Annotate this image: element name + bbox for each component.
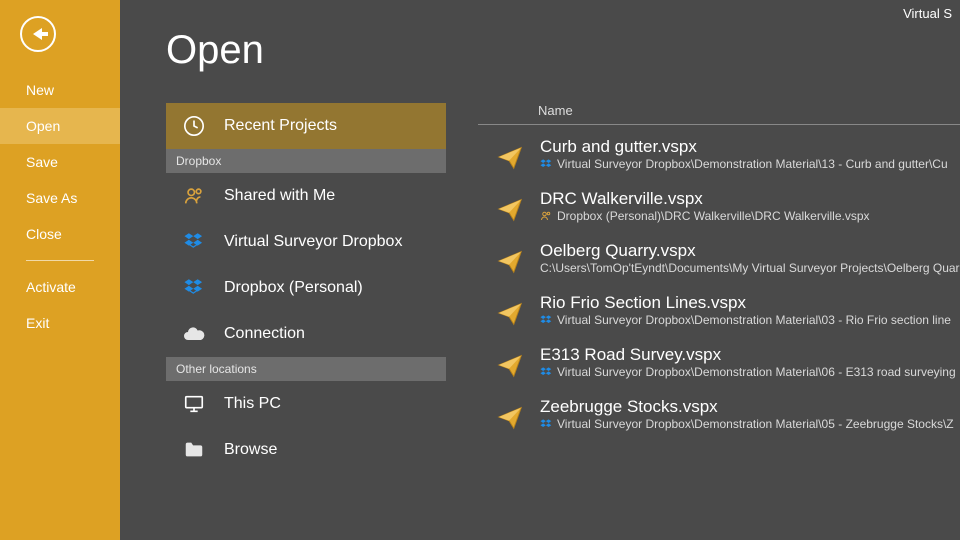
- file-text: E313 Road Survey.vspx Virtual Surveyor D…: [540, 345, 956, 379]
- page-title: Open: [166, 28, 960, 73]
- file-name: Curb and gutter.vspx: [540, 137, 948, 157]
- project-icon: [492, 139, 528, 175]
- place-label: Connection: [224, 325, 305, 343]
- file-path: Dropbox (Personal)\DRC Walkerville\DRC W…: [540, 209, 870, 223]
- file-name: E313 Road Survey.vspx: [540, 345, 956, 365]
- sidebar-item-open[interactable]: Open: [0, 108, 120, 144]
- dropbox-icon: [540, 314, 552, 326]
- places-list: Recent Projects Dropbox Shared with Me V…: [166, 103, 446, 540]
- file-name: Rio Frio Section Lines.vspx: [540, 293, 951, 313]
- place-label: Shared with Me: [224, 187, 335, 205]
- place-browse[interactable]: Browse: [166, 427, 446, 473]
- folder-icon: [180, 436, 208, 464]
- project-icon: [492, 347, 528, 383]
- place-label: Dropbox (Personal): [224, 279, 363, 297]
- place-this-pc[interactable]: This PC: [166, 381, 446, 427]
- place-recent-projects[interactable]: Recent Projects: [166, 103, 446, 149]
- sidebar-item-close[interactable]: Close: [0, 216, 120, 252]
- sidebar-item-new[interactable]: New: [0, 72, 120, 108]
- project-icon: [492, 399, 528, 435]
- sidebar-divider: [26, 260, 94, 261]
- file-name: Oelberg Quarry.vspx: [540, 241, 960, 261]
- file-path: Virtual Surveyor Dropbox\Demonstration M…: [540, 313, 951, 327]
- place-label: This PC: [224, 395, 281, 413]
- file-row[interactable]: Zeebrugge Stocks.vspx Virtual Surveyor D…: [478, 393, 960, 445]
- file-name: Zeebrugge Stocks.vspx: [540, 397, 954, 417]
- project-icon: [492, 243, 528, 279]
- sidebar-item-save-as[interactable]: Save As: [0, 180, 120, 216]
- place-label: Virtual Surveyor Dropbox: [224, 233, 402, 251]
- back-button[interactable]: [20, 16, 56, 52]
- dropbox-icon: [540, 158, 552, 170]
- monitor-icon: [180, 390, 208, 418]
- file-path: Virtual Surveyor Dropbox\Demonstration M…: [540, 365, 956, 379]
- dropbox-icon: [180, 274, 208, 302]
- dropbox-icon: [540, 418, 552, 430]
- place-group-header: Dropbox: [166, 149, 446, 173]
- grid-header: Name: [478, 103, 960, 125]
- file-text: Curb and gutter.vspx Virtual Surveyor Dr…: [540, 137, 948, 171]
- file-text: Zeebrugge Stocks.vspx Virtual Surveyor D…: [540, 397, 954, 431]
- file-row[interactable]: Rio Frio Section Lines.vspx Virtual Surv…: [478, 289, 960, 341]
- left-sidebar: New Open Save Save As Close Activate Exi…: [0, 0, 120, 540]
- project-icon: [492, 295, 528, 331]
- file-name: DRC Walkerville.vspx: [540, 189, 870, 209]
- project-icon: [492, 191, 528, 227]
- clock-icon: [180, 112, 208, 140]
- app-root: Virtual S New Open Save Save As Close Ac…: [0, 0, 960, 540]
- column-name[interactable]: Name: [538, 103, 573, 118]
- place-connection[interactable]: Connection: [166, 311, 446, 357]
- main-panel: Open Recent Projects Dropbox Sh: [120, 0, 960, 540]
- file-path: C:\Users\TomOp'tEyndt\Documents\My Virtu…: [540, 261, 960, 275]
- window-title: Virtual S: [903, 6, 952, 21]
- cloud-icon: [180, 320, 208, 348]
- file-grid: Name Curb and gutter.vspx Virtual Survey…: [478, 103, 960, 540]
- content-columns: Recent Projects Dropbox Shared with Me V…: [166, 103, 960, 540]
- file-path: Virtual Surveyor Dropbox\Demonstration M…: [540, 417, 954, 431]
- file-text: DRC Walkerville.vspx Dropbox (Personal)\…: [540, 189, 870, 223]
- sidebar-item-activate[interactable]: Activate: [0, 269, 120, 305]
- place-shared-with-me[interactable]: Shared with Me: [166, 173, 446, 219]
- file-row[interactable]: DRC Walkerville.vspx Dropbox (Personal)\…: [478, 185, 960, 237]
- arrow-left-icon: [33, 28, 42, 40]
- file-row[interactable]: Oelberg Quarry.vspx C:\Users\TomOp'tEynd…: [478, 237, 960, 289]
- dropbox-icon: [540, 366, 552, 378]
- sidebar-item-exit[interactable]: Exit: [0, 305, 120, 341]
- file-text: Rio Frio Section Lines.vspx Virtual Surv…: [540, 293, 951, 327]
- place-vs-dropbox[interactable]: Virtual Surveyor Dropbox: [166, 219, 446, 265]
- place-dropbox-personal[interactable]: Dropbox (Personal): [166, 265, 446, 311]
- file-row[interactable]: Curb and gutter.vspx Virtual Surveyor Dr…: [478, 133, 960, 185]
- file-path: Virtual Surveyor Dropbox\Demonstration M…: [540, 157, 948, 171]
- place-label: Recent Projects: [224, 117, 337, 135]
- people-icon: [180, 182, 208, 210]
- file-text: Oelberg Quarry.vspx C:\Users\TomOp'tEynd…: [540, 241, 960, 275]
- sidebar-item-save[interactable]: Save: [0, 144, 120, 180]
- file-row[interactable]: E313 Road Survey.vspx Virtual Surveyor D…: [478, 341, 960, 393]
- people-icon: [540, 210, 552, 222]
- place-group-header: Other locations: [166, 357, 446, 381]
- dropbox-icon: [180, 228, 208, 256]
- place-label: Browse: [224, 441, 277, 459]
